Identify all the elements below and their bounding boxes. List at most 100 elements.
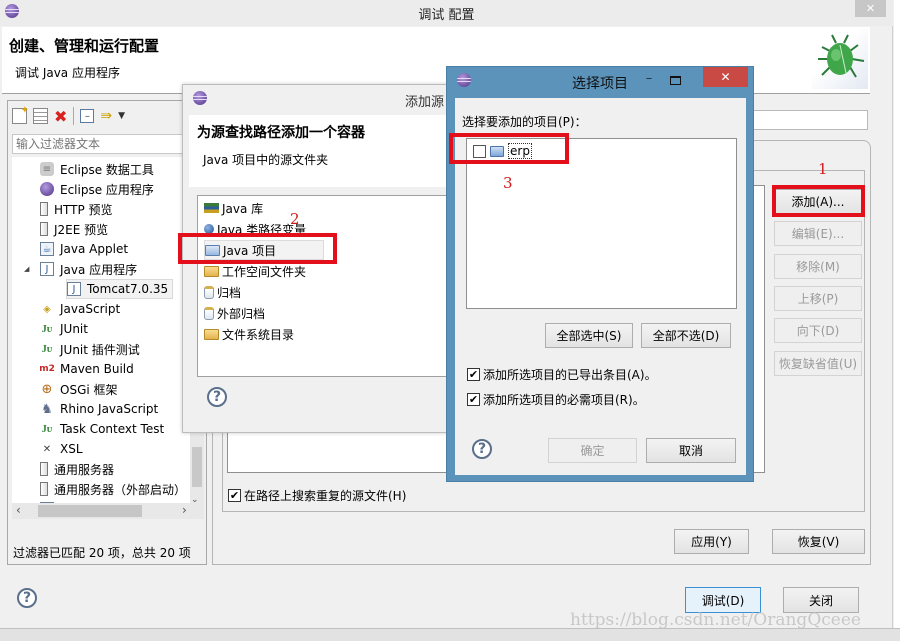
jar-icon <box>204 306 214 320</box>
container-type-item[interactable]: Java 库 <box>204 198 263 218</box>
close-icon: ✕ <box>865 2 876 15</box>
server-icon <box>40 202 48 216</box>
add-source-help-icon[interactable]: ? <box>207 387 227 407</box>
applet-icon: ☕ <box>40 242 54 256</box>
checkbox[interactable]: ✔ <box>467 368 480 381</box>
tree-item[interactable]: Jᴜ JUnit 插件测试 <box>40 339 140 359</box>
add-exported-label: 添加所选项目的已导出条目(A)。 <box>483 368 657 382</box>
maximize-button[interactable] <box>665 71 685 89</box>
tree-item-label: Task Context Test <box>60 422 165 436</box>
deselect-all-button[interactable]: 全部不选(D) <box>641 323 731 348</box>
expand-toggle-icon[interactable]: ◢ <box>24 265 29 273</box>
filter-config-icon[interactable]: ⇛ <box>100 108 112 124</box>
revert-button[interactable]: 恢复(V) <box>772 529 865 554</box>
bottom-taskbar-strip <box>0 628 900 641</box>
tree-horizontal-scrollbar[interactable]: ‹ › <box>12 503 204 519</box>
side-button[interactable]: 恢复缺省值(U) <box>774 350 862 376</box>
debug-bug-icon <box>812 29 868 89</box>
select-project-help-icon[interactable]: ? <box>472 439 492 459</box>
junit-icon: Jᴜ <box>41 323 53 335</box>
tree-item[interactable]: ✕ XSL <box>40 439 83 459</box>
side-button[interactable]: 向下(D) <box>774 318 862 344</box>
step-3-annotation: 3 <box>503 174 513 192</box>
duplicate-config-icon[interactable] <box>33 108 48 124</box>
new-config-icon[interactable]: ✦ <box>12 105 29 124</box>
side-button[interactable]: 编辑(E)... <box>774 221 862 247</box>
container-type-item[interactable]: 工作空间文件夹 <box>204 261 306 281</box>
add-source-subheading: Java 项目中的源文件夹 <box>203 153 329 167</box>
tree-item[interactable]: 通用服务器 <box>40 459 114 479</box>
filter-input[interactable] <box>12 134 202 154</box>
tree-item-label: Tomcat7.0.35 <box>87 282 169 296</box>
scroll-right-icon[interactable]: › <box>182 503 187 517</box>
page-title: 创建、管理和运行配置 <box>9 37 160 55</box>
minimize-icon: – <box>645 71 653 86</box>
tree-item-label: JUnit 插件测试 <box>60 342 140 357</box>
database-icon: ≡ <box>40 162 54 176</box>
tree-item[interactable]: ◢ J Java 应用程序 <box>24 259 138 279</box>
container-type-label: 工作空间文件夹 <box>222 264 307 279</box>
side-button[interactable]: 移除(M) <box>774 253 862 279</box>
tree-item[interactable]: HTTP 预览 <box>40 199 113 219</box>
tree-item[interactable]: J Tomcat7.0.35 <box>66 279 174 299</box>
main-close-button[interactable]: ✕ <box>855 0 886 17</box>
minimize-button[interactable]: – <box>639 71 659 89</box>
add-source-title: 添加源 <box>405 95 445 110</box>
tree-item[interactable]: Jᴜ JUnit <box>40 319 88 339</box>
select-project-prompt: 选择要添加的项目(P)： <box>462 115 587 129</box>
main-title-bar: 调试 配置 ✕ <box>0 0 893 26</box>
search-duplicates-label: 在路径上搜索重复的源文件(H) <box>244 489 407 503</box>
maven-icon: m2 <box>39 364 55 374</box>
tree-item[interactable]: m2 Maven Build <box>39 359 134 379</box>
java-app-icon: J <box>67 282 81 296</box>
container-type-label: Java 库 <box>222 201 264 216</box>
tree-item-label: Eclipse 数据工具 <box>60 162 154 177</box>
delete-config-icon[interactable]: ✖ <box>54 107 67 126</box>
view-menu-chevron-down-icon[interactable]: ▼ <box>118 111 125 121</box>
tree-item[interactable]: Jᴜ Task Context Test <box>40 419 164 439</box>
tree-item[interactable]: Eclipse 应用程序 <box>40 179 154 199</box>
tree-item[interactable]: ♞ Rhino JavaScript <box>40 399 158 419</box>
rhino-icon: ♞ <box>41 401 53 417</box>
close-icon: ✕ <box>720 70 731 84</box>
ok-button[interactable]: 确定 <box>548 438 637 463</box>
scroll-left-icon[interactable]: ‹ <box>16 503 21 517</box>
tree-item[interactable]: ☕ Java Applet <box>40 239 128 259</box>
checkbox[interactable]: ✔ <box>467 393 480 406</box>
apply-button[interactable]: 应用(Y) <box>674 529 749 554</box>
config-name-input[interactable] <box>750 110 868 130</box>
add-required-checkbox[interactable]: ✔ 添加所选项目的必需项目(R)。 <box>467 391 645 408</box>
tree-item-label: Rhino JavaScript <box>60 402 159 416</box>
search-duplicates-checkbox[interactable]: ✔ 在路径上搜索重复的源文件(H) <box>228 487 406 504</box>
config-list-panel: ✦ ✖ – ⇛ ▼ ≡ Eclipse 数据工具 Eclipse 应用程序 HTTP … <box>7 100 207 565</box>
select-all-button[interactable]: 全部选中(S) <box>545 323 633 348</box>
container-type-item[interactable]: 归档 <box>204 282 241 302</box>
tree-item[interactable]: ≡ Eclipse 数据工具 <box>40 159 154 179</box>
tree-item-label: HTTP 预览 <box>54 202 113 217</box>
cancel-button[interactable]: 取消 <box>646 438 736 463</box>
main-help-icon[interactable]: ? <box>17 588 37 608</box>
tree-item-label: 通用服务器（外部启动） <box>54 482 187 497</box>
step-2-highlight <box>178 233 337 264</box>
select-project-close-button[interactable]: ✕ <box>703 67 748 87</box>
tree-item[interactable]: ◈ JavaScript <box>40 299 120 319</box>
tree-item[interactable]: ⊕ OSGi 框架 <box>40 379 118 399</box>
container-type-item[interactable]: 文件系统目录 <box>204 324 294 344</box>
container-type-item[interactable]: 外部归档 <box>204 303 265 323</box>
checkbox[interactable]: ✔ <box>228 489 241 502</box>
select-project-dialog: 选择项目 – ✕ 选择要添加的项目(P)： erp 全部选中(S) 全部不选(D… <box>446 66 754 482</box>
javascript-icon: ◈ <box>43 303 51 315</box>
add-source-heading: 为源查找路径添加一个容器 <box>197 125 365 141</box>
container-type-list: Java 库 Java 类路径变量 Java 项目 工作空间文件夹 归档 外部归档 文件系统… <box>197 195 453 377</box>
server-icon <box>40 462 48 476</box>
side-button[interactable]: 上移(P) <box>774 285 862 311</box>
xsl-icon: ✕ <box>42 443 52 455</box>
tree-item[interactable]: 通用服务器（外部启动） <box>40 479 186 499</box>
folder-icon <box>204 328 219 340</box>
collapse-all-icon[interactable]: – <box>80 109 95 123</box>
tree-item-label: Java 应用程序 <box>60 262 138 277</box>
tree-item[interactable]: J2EE 预览 <box>40 219 108 239</box>
step-1-annotation: 1 <box>818 160 828 178</box>
config-tree: ≡ Eclipse 数据工具 Eclipse 应用程序 HTTP 预览 J2EE 预览 ☕… <box>12 157 204 519</box>
add-exported-checkbox[interactable]: ✔ 添加所选项目的已导出条目(A)。 <box>467 366 657 383</box>
